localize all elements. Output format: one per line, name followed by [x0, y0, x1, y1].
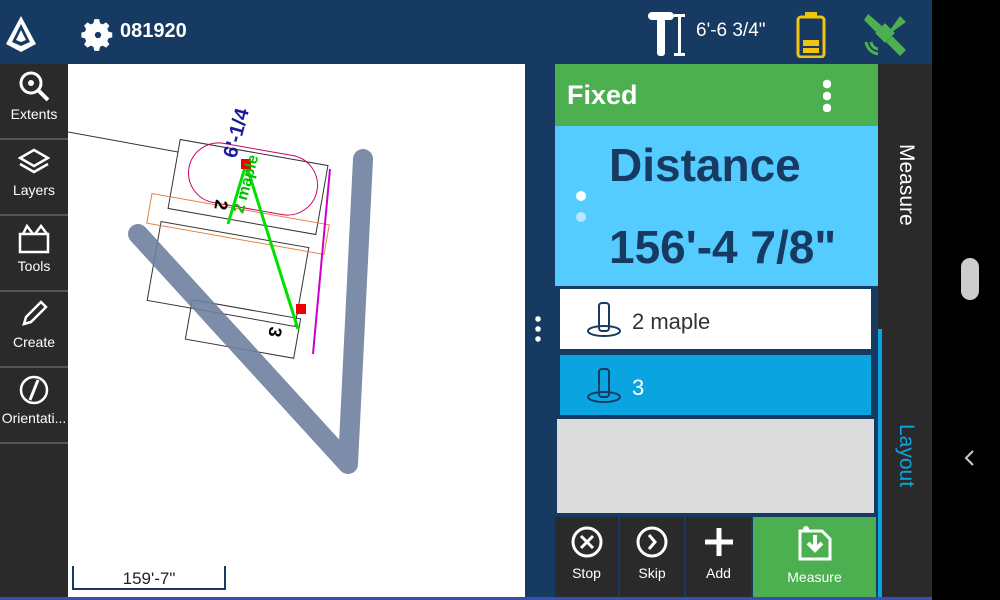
antenna-height[interactable]: 6'-6 3/4" — [696, 20, 766, 42]
point-name: 2 maple — [632, 309, 711, 334]
tab-label: Measure — [895, 144, 918, 226]
stop-button[interactable]: Stop — [555, 517, 618, 597]
battery-icon — [796, 12, 826, 58]
back-icon[interactable] — [962, 448, 978, 468]
measure-button[interactable]: Measure — [753, 517, 876, 597]
compass-icon — [19, 375, 49, 405]
sidebar-item-label: Extents — [10, 106, 58, 122]
sidebar-item-tools[interactable]: Tools — [0, 216, 68, 292]
measure-icon — [798, 526, 831, 561]
sidebar-item-label: Create — [12, 334, 56, 350]
tools-icon — [18, 223, 50, 254]
measure-value: 156'-4 7/8" — [609, 221, 837, 273]
button-label: Add — [706, 565, 731, 581]
sidebar: Extents Layers Tools Create Orientati... — [0, 64, 68, 600]
stake-point-icon — [587, 302, 621, 337]
page-indicator-dot[interactable] — [576, 191, 586, 201]
point-list-item[interactable]: 2 maple — [560, 289, 871, 349]
top-bar: 081920 6'-6 3/4" — [0, 0, 932, 64]
page-indicator-dot[interactable] — [576, 212, 586, 222]
map-canvas[interactable]: 2 3 2 maple 6'-1/4 159'-7" — [68, 64, 525, 597]
settings-gear-icon[interactable] — [79, 16, 117, 54]
panel-gap — [525, 64, 555, 597]
site-plan — [146, 138, 330, 359]
line-label: 2 maple — [230, 153, 262, 215]
button-label: Measure — [787, 569, 842, 585]
stake-point-icon — [587, 368, 621, 403]
fix-status: Fixed — [567, 80, 638, 110]
sidebar-item-create[interactable]: Create — [0, 292, 68, 368]
measurement-display: Distance 156'-4 7/8" — [555, 126, 878, 286]
zoom-extents-icon — [19, 71, 50, 102]
skip-icon — [636, 526, 668, 558]
sidebar-item-label: Layers — [12, 182, 56, 198]
tab-measure[interactable]: Measure — [878, 64, 932, 329]
point-name: 3 — [632, 375, 645, 400]
measure-label: Distance — [609, 139, 801, 191]
map-drawing[interactable]: 2 3 2 maple 6'-1/4 — [68, 64, 525, 597]
point-3-label: 3 — [264, 325, 285, 338]
status-bar: Fixed — [555, 64, 878, 126]
point-2-label: 2 — [210, 198, 231, 211]
measure-panel: Fixed Distance 156'-4 7/8" 2 maple 3 Sto… — [555, 64, 878, 597]
empty-list-area — [557, 419, 874, 513]
pencil-icon — [22, 300, 48, 326]
sidebar-item-layers[interactable]: Layers — [0, 140, 68, 216]
panel-resize-handle[interactable] — [535, 314, 541, 344]
button-label: Skip — [638, 565, 666, 581]
tab-layout[interactable]: Layout — [878, 329, 932, 597]
scale-label: 159'-7" — [122, 569, 176, 588]
side-tabs: Measure Layout — [878, 64, 932, 597]
plus-icon — [704, 528, 733, 556]
job-name[interactable]: 081920 — [120, 20, 187, 43]
point-list-item-selected[interactable]: 3 — [560, 355, 871, 415]
tab-label: Layout — [895, 424, 918, 488]
point-3-marker — [296, 304, 306, 314]
app-logo-icon[interactable] — [4, 14, 38, 54]
sidebar-item-extents[interactable]: Extents — [0, 64, 68, 140]
sidebar-item-orientation[interactable]: Orientati... — [0, 368, 68, 444]
sidebar-item-label: Orientati... — [1, 410, 67, 426]
satellite-icon[interactable] — [862, 12, 910, 58]
stakeout-path — [128, 149, 373, 474]
more-options-icon[interactable] — [823, 78, 831, 112]
scroll-handle[interactable] — [961, 258, 979, 300]
android-nav-bar — [932, 0, 1000, 600]
sidebar-item-label: Tools — [17, 258, 51, 274]
scale-bar: 159'-7" — [72, 566, 226, 590]
stop-icon — [571, 526, 602, 558]
antenna-icon — [648, 12, 685, 56]
skip-button[interactable]: Skip — [620, 517, 684, 597]
add-button[interactable]: Add — [686, 517, 751, 597]
button-label: Stop — [572, 565, 601, 581]
layers-icon — [18, 148, 50, 174]
